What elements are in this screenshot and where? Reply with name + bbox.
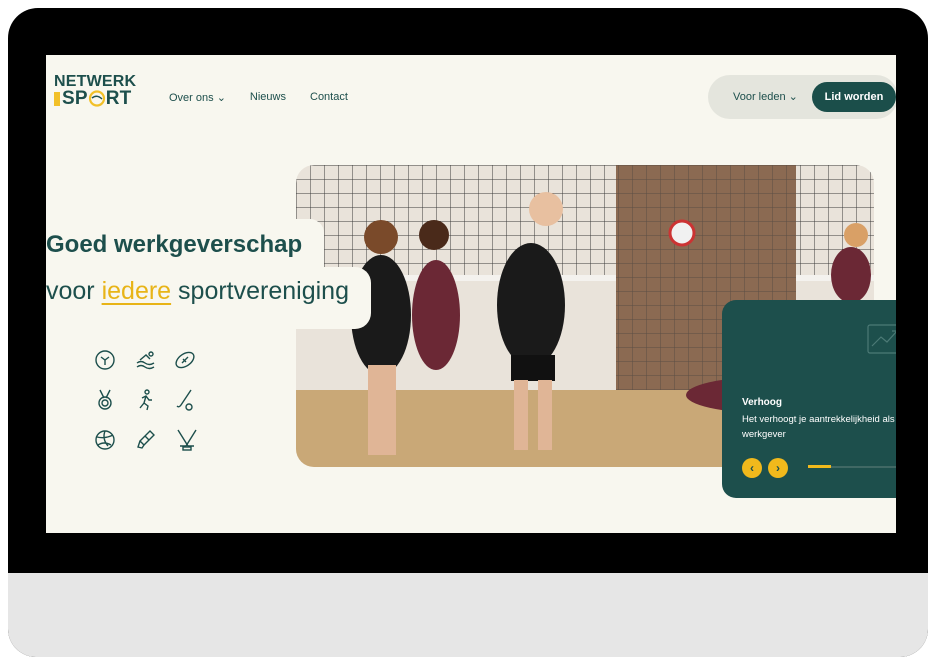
voor-leden-dropdown[interactable]: Voor leden ⌄ xyxy=(733,90,798,103)
header-actions: Voor leden ⌄ Lid worden xyxy=(708,75,896,119)
swimming-icon xyxy=(134,340,174,380)
feature-card: Verhoog Het verhoogt je aantrekkelijkhei… xyxy=(722,300,896,498)
running-icon xyxy=(134,380,174,420)
chevron-right-icon[interactable]: › xyxy=(768,458,788,478)
chevron-down-icon: ⌄ xyxy=(788,91,798,103)
carousel-progress xyxy=(808,465,896,468)
website-screen: NETWERK SP RT Over ons ⌄ Nieuws Contact V… xyxy=(46,55,896,533)
volleyball-icon xyxy=(94,420,134,460)
logo-line2: SP RT xyxy=(54,89,144,108)
logo[interactable]: NETWERK SP RT xyxy=(54,73,144,113)
ice-hockey-icon xyxy=(174,420,214,460)
chevron-left-icon[interactable]: ‹ xyxy=(742,458,762,478)
hero-title-line1: Goed werkgeverschap xyxy=(46,219,325,267)
hockey-stick-icon xyxy=(174,380,214,420)
hero-title-line2: voor iedere sportvereniging xyxy=(46,267,371,329)
nav-nieuws[interactable]: Nieuws xyxy=(250,91,286,104)
medal-icon xyxy=(94,380,134,420)
main-nav: Over ons ⌄ Nieuws Contact xyxy=(169,91,348,104)
shuttlecock-icon xyxy=(134,420,174,460)
device-frame: NETWERK SP RT Over ons ⌄ Nieuws Contact V… xyxy=(8,8,928,657)
chevron-down-icon: ⌄ xyxy=(216,92,226,104)
lid-worden-button[interactable]: Lid worden xyxy=(812,82,896,112)
sport-icons-grid xyxy=(94,340,214,460)
football-icon xyxy=(94,340,134,380)
nav-contact[interactable]: Contact xyxy=(310,91,348,104)
nav-over-ons[interactable]: Over ons ⌄ xyxy=(169,91,226,104)
growth-chart-icon xyxy=(867,324,896,354)
device-bezel-bottom xyxy=(8,573,928,657)
rugby-ball-icon xyxy=(174,340,214,380)
card-title: Verhoog xyxy=(742,397,783,408)
card-description: Het verhoogt je aantrekkelijkheid als we… xyxy=(742,414,895,440)
hero-highlight-link[interactable]: iedere xyxy=(102,277,172,305)
